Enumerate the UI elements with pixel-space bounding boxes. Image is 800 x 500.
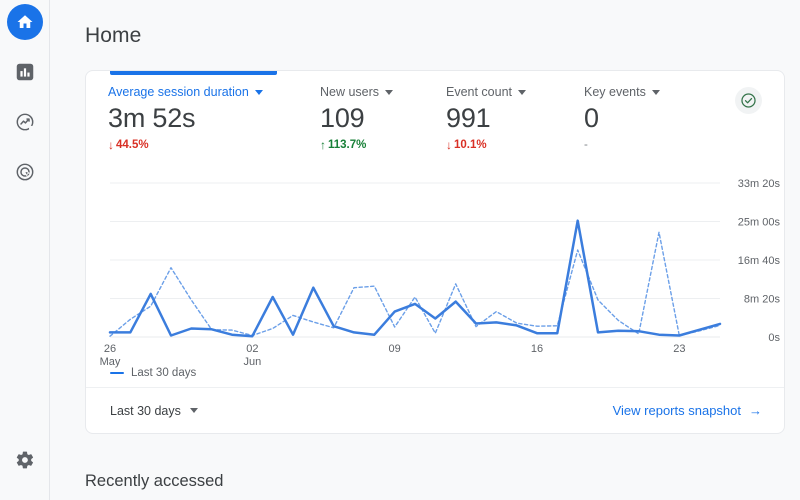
metric-value: 109 — [320, 103, 365, 133]
gear-icon — [16, 451, 34, 469]
metric-card-key-events: Key events 0 - — [584, 85, 724, 151]
advertising-target-icon — [16, 163, 33, 181]
x-axis-tick-label: 26 — [104, 343, 116, 355]
bar-chart-icon — [16, 63, 33, 81]
x-axis-tick-label: 09 — [389, 343, 401, 355]
card-footer: Last 30 days View reports snapshot → — [86, 387, 784, 433]
left-sidebar — [0, 0, 50, 500]
metric-value: 0 — [584, 103, 599, 133]
sidebar-item-advertising[interactable] — [7, 154, 43, 190]
chart-gridlines — [110, 182, 720, 338]
page-title: Home — [85, 24, 142, 47]
x-axis-tick-sublabel: Jun — [243, 356, 261, 368]
x-axis-tick-label: 23 — [673, 343, 685, 355]
metric-card-new-users: New users 109 ↑ 113.7% — [320, 85, 446, 151]
chevron-down-icon — [385, 89, 394, 95]
chart-svg: 0s8m 20s16m 40s25m 00s33m 20s 26May02Jun… — [100, 178, 781, 368]
metric-delta-text: 44.5% — [116, 139, 149, 152]
arrow-right-icon: → — [749, 403, 762, 418]
chart-legend: Last 30 days — [110, 367, 196, 379]
chart-series-solid — [108, 219, 722, 338]
date-range-selector[interactable]: Last 30 days — [110, 404, 198, 418]
metric-strip: Average session duration 3m 52s ↓ 44.5% … — [86, 85, 784, 163]
chevron-down-icon — [518, 89, 527, 95]
sidebar-bottom — [0, 442, 50, 478]
y-axis-tick-label: 16m 40s — [738, 255, 781, 267]
metric-value: 991 — [446, 103, 491, 133]
metric-label-text: Average session duration — [108, 85, 249, 99]
y-axis-tick-label: 8m 20s — [744, 294, 781, 306]
status-badge[interactable] — [735, 87, 762, 114]
metric-delta: ↓ 10.1% — [446, 139, 584, 151]
sidebar-nav-items — [6, 0, 43, 190]
app-root: Home Average session duration 3m 52s ↓ 4… — [0, 0, 800, 500]
sidebar-item-explore[interactable] — [7, 104, 43, 140]
date-range-label: Last 30 days — [110, 403, 181, 418]
y-axis-tick-label: 33m 20s — [738, 178, 781, 190]
metric-delta-text: 10.1% — [454, 139, 487, 152]
metric-card-average-session-duration: Average session duration 3m 52s ↓ 44.5% — [108, 85, 320, 151]
arrow-down-icon: ↓ — [446, 138, 452, 153]
metric-selector-event-count[interactable]: Event count — [446, 85, 584, 99]
explore-trend-icon — [16, 113, 33, 131]
metric-selector-new-users[interactable]: New users — [320, 85, 446, 99]
trend-chart: 0s 8m 20s 16m 40s 25m 00s 33m 20s 26 May 02 Jun… — [86, 169, 784, 369]
arrow-down-icon: ↓ — [108, 138, 114, 153]
chart-x-axis-labels: 26May02Jun09 16 23 — [100, 343, 686, 368]
main-content: Home Average session duration 3m 52s ↓ 4… — [50, 0, 800, 500]
metric-label-text: New users — [320, 85, 380, 99]
sidebar-item-home[interactable] — [6, 4, 43, 40]
chevron-down-icon — [651, 89, 660, 95]
metric-delta: ↑ 113.7% — [320, 139, 446, 151]
recently-accessed-title: Recently accessed — [85, 472, 224, 490]
check-circle-icon — [741, 93, 756, 108]
metric-card-event-count: Event count 991 ↓ 10.1% — [446, 85, 584, 151]
metric-label-text: Event count — [446, 85, 513, 99]
x-axis-tick-label: 16 — [531, 343, 543, 355]
metric-value: 3m 52s — [108, 103, 196, 133]
sidebar-item-reports[interactable] — [7, 54, 43, 90]
metric-delta: ↓ 44.5% — [108, 139, 320, 151]
chevron-down-icon — [254, 89, 263, 95]
active-tab-indicator — [110, 71, 277, 75]
chart-y-axis-labels: 0s 8m 20s 16m 40s 25m 00s 33m 20s — [738, 178, 781, 344]
x-axis-tick-label: 02 — [246, 343, 258, 355]
reports-snapshot-card: Average session duration 3m 52s ↓ 44.5% … — [85, 70, 785, 434]
chevron-down-icon — [189, 408, 198, 413]
metric-label-text: Key events — [584, 85, 646, 99]
arrow-up-icon: ↑ — [320, 138, 326, 153]
snapshot-link-label: View reports snapshot — [612, 403, 741, 418]
view-reports-snapshot-link[interactable]: View reports snapshot → — [613, 403, 762, 418]
y-axis-tick-label: 0s — [768, 332, 780, 344]
metric-delta: - — [584, 139, 588, 152]
y-axis-tick-label: 25m 00s — [738, 217, 781, 229]
legend-swatch — [110, 371, 124, 375]
chart-series-dashed — [109, 231, 721, 337]
home-icon — [17, 15, 32, 28]
metric-delta-text: 113.7% — [328, 139, 367, 152]
legend-label: Last 30 days — [131, 367, 197, 379]
metric-selector-key-events[interactable]: Key events — [584, 85, 724, 99]
metric-selector-average-session-duration[interactable]: Average session duration — [108, 85, 320, 99]
sidebar-item-admin[interactable] — [7, 442, 43, 478]
